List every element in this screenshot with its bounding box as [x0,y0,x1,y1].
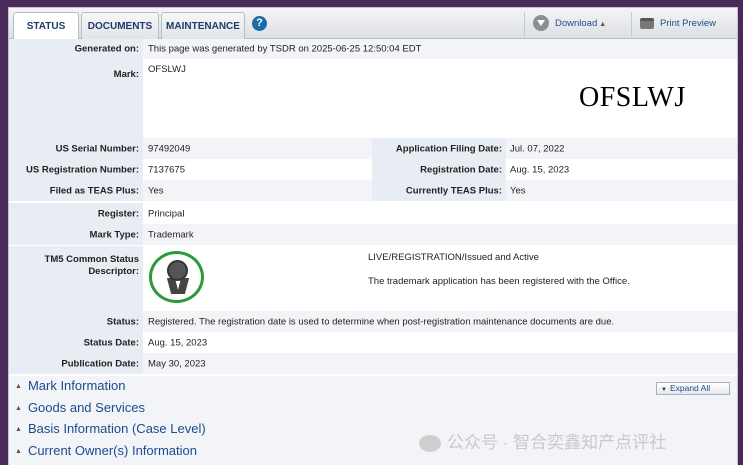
row-tm5: TM5 Common Status Descriptor: LIVE/REGIS… [9,246,737,311]
reg-number-value: 7137675 [148,164,185,175]
tm5-status: LIVE/REGISTRATION/Issued and Active [368,252,539,263]
section-label: Basis Information (Case Level) [27,421,206,436]
status-value: Registered. The registration date is use… [148,316,615,327]
registered-seal-icon [149,251,204,303]
reg-date-label: Registration Date: [420,164,502,175]
filing-date-label: Application Filing Date: [395,143,502,154]
section-mark-information[interactable]: ▲ Mark Information [15,378,125,393]
expand-triangle-icon: ▲ [15,448,22,455]
mark-type-label: Mark Type: [89,229,139,240]
download-icon [533,15,549,32]
row-serial: US Serial Number: 97492049 Application F… [9,138,737,159]
generated-value: This page was generated by TSDR on 2025-… [148,43,422,55]
row-mark-type: Mark Type: Trademark [9,224,737,245]
register-value: Principal [148,208,185,219]
section-label: Goods and Services [27,400,146,415]
mark-type-value: Trademark [148,229,194,240]
teas-label: Filed as TEAS Plus: [49,185,139,196]
status-date-label: Status Date: [83,337,139,348]
mark-label: Mark: [113,69,139,80]
row-registration: US Registration Number: 7137675 Registra… [9,159,737,180]
section-label: Current Owner(s) Information [27,443,197,458]
tm5-label-line1: TM5 Common Status [44,254,139,265]
row-generated: Generated on: This page was generated by… [9,39,737,59]
expand-triangle-icon: ▲ [15,426,22,433]
current-teas-value: Yes [510,185,526,196]
publication-date-label: Publication Date: [61,358,139,369]
section-basis-information[interactable]: ▲ Basis Information (Case Level) [15,421,206,436]
section-label: Mark Information [27,378,126,393]
row-status-date: Status Date: Aug. 15, 2023 [9,332,737,353]
download-label: Download [555,18,598,29]
tm5-description: The trademark application has been regis… [368,276,630,287]
teas-value: Yes [148,185,164,196]
status-label: Status: [106,316,139,327]
register-label: Register: [97,208,139,219]
mark-image: OFSLWJ [579,82,686,113]
caret-up-icon: ▲ [599,21,607,28]
expand-all-label: Expand All [669,383,711,393]
expand-all-button[interactable]: ▼ Expand All [656,382,730,395]
serial-value: 97492049 [148,143,191,154]
expand-triangle-icon: ▲ [15,405,22,412]
mark-value: OFSLWJ [148,64,186,75]
section-current-owners[interactable]: ▲ Current Owner(s) Information [15,443,197,458]
print-label: Print Preview [660,18,716,29]
print-preview-button[interactable]: Print Preview [631,12,737,36]
tab-bar: STATUS DOCUMENTS MAINTENANCE ? Download ▲… [9,8,737,40]
section-goods-and-services[interactable]: ▲ Goods and Services [15,400,145,415]
row-publication-date: Publication Date: May 30, 2023 [9,353,737,374]
caret-down-icon: ▼ [661,387,667,393]
reg-number-label: US Registration Number: [26,164,139,175]
expand-triangle-icon: ▲ [15,383,22,390]
download-button[interactable]: Download ▲ [524,12,630,36]
tab-status[interactable]: STATUS [13,12,79,40]
row-register: Register: Principal [9,203,737,224]
row-status: Status: Registered. The registration dat… [9,311,737,332]
filing-date-value: Jul. 07, 2022 [510,143,565,154]
serial-label: US Serial Number: [55,143,139,154]
tab-documents[interactable]: DOCUMENTS [81,12,159,39]
row-teas: Filed as TEAS Plus: Yes Currently TEAS P… [9,180,737,201]
tab-maintenance[interactable]: MAINTENANCE [161,12,245,39]
status-date-value: Aug. 15, 2023 [148,337,208,348]
tm5-label-line2: Descriptor: [88,266,139,277]
help-icon[interactable]: ? [252,16,267,31]
publication-date-value: May 30, 2023 [148,358,206,369]
printer-icon [640,17,654,29]
current-teas-label: Currently TEAS Plus: [405,185,502,196]
tsdr-status-panel: STATUS DOCUMENTS MAINTENANCE ? Download ▲… [8,7,738,465]
generated-label: Generated on: [74,43,139,55]
reg-date-value: Aug. 15, 2023 [510,164,570,175]
